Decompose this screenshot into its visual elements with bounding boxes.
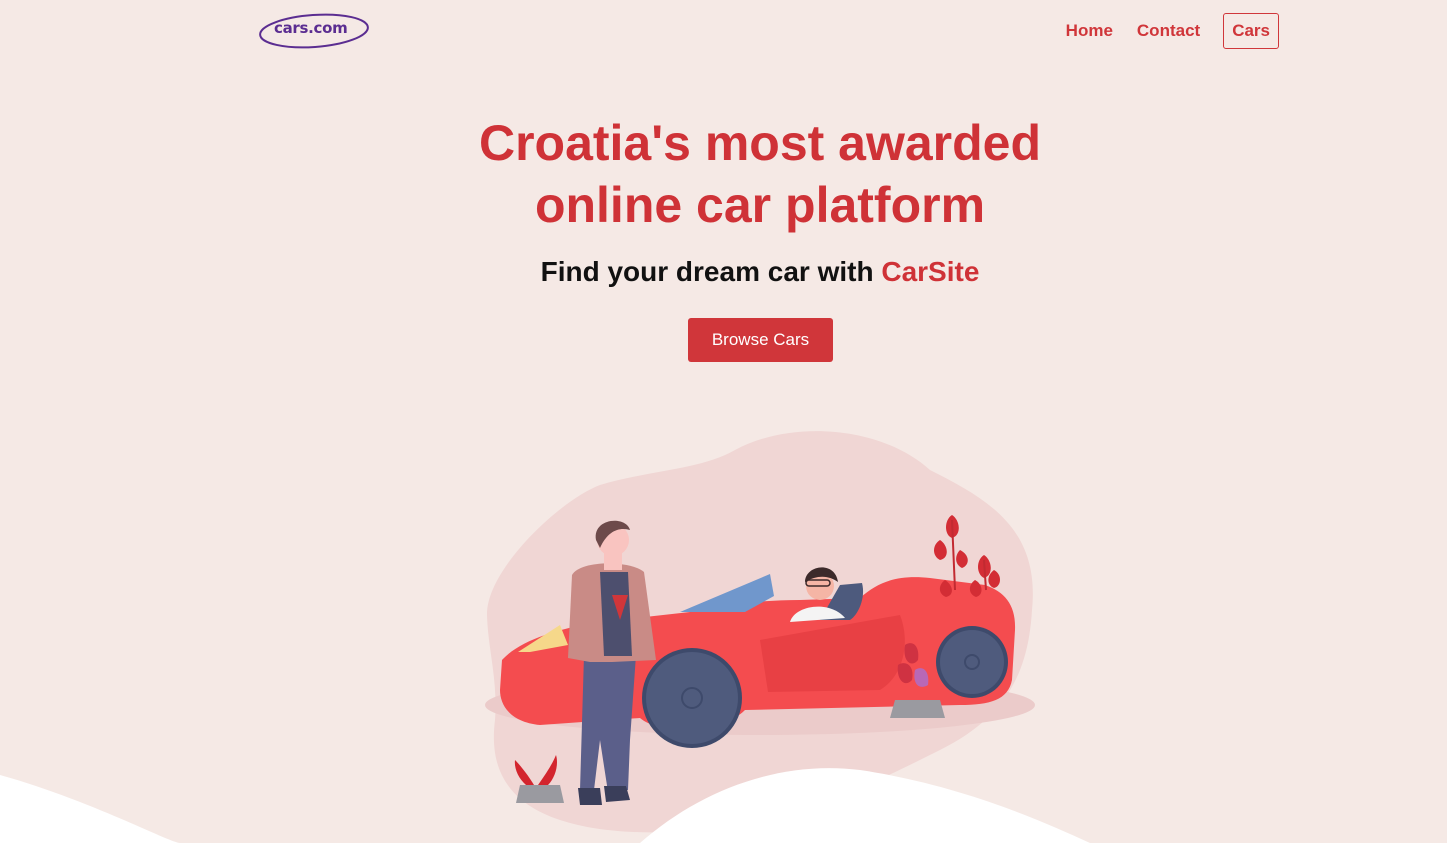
hero-title-line-1: Croatia's most awarded bbox=[478, 115, 1042, 171]
bottom-wave bbox=[0, 775, 180, 843]
nav-link-home[interactable]: Home bbox=[1065, 14, 1114, 48]
hero-subtitle: Find your dream car with CarSite bbox=[0, 256, 1447, 288]
site-logo[interactable]: cars.com bbox=[258, 12, 370, 50]
man-shirt bbox=[600, 572, 632, 656]
hero-subtitle-prefix: Find your dream car with bbox=[540, 256, 882, 287]
browse-cars-button[interactable]: Browse Cars bbox=[688, 318, 833, 362]
landing-page: cars.com Home Contact Cars Croatia's mos… bbox=[0, 0, 1447, 843]
hero-subtitle-brand: CarSite bbox=[881, 256, 980, 287]
hero-title-line-2: online car platform bbox=[534, 177, 986, 233]
hero-title: Croatia's most awarded online car platfo… bbox=[0, 112, 1447, 236]
logo-text: cars.com bbox=[274, 19, 348, 37]
man-legs bbox=[580, 655, 636, 792]
front-wheel-rim bbox=[646, 652, 738, 744]
main-nav: Home Contact Cars bbox=[1065, 13, 1279, 49]
nav-link-cars[interactable]: Cars bbox=[1223, 13, 1279, 49]
rear-wheel-rim bbox=[940, 630, 1004, 694]
nav-link-contact[interactable]: Contact bbox=[1136, 14, 1201, 48]
